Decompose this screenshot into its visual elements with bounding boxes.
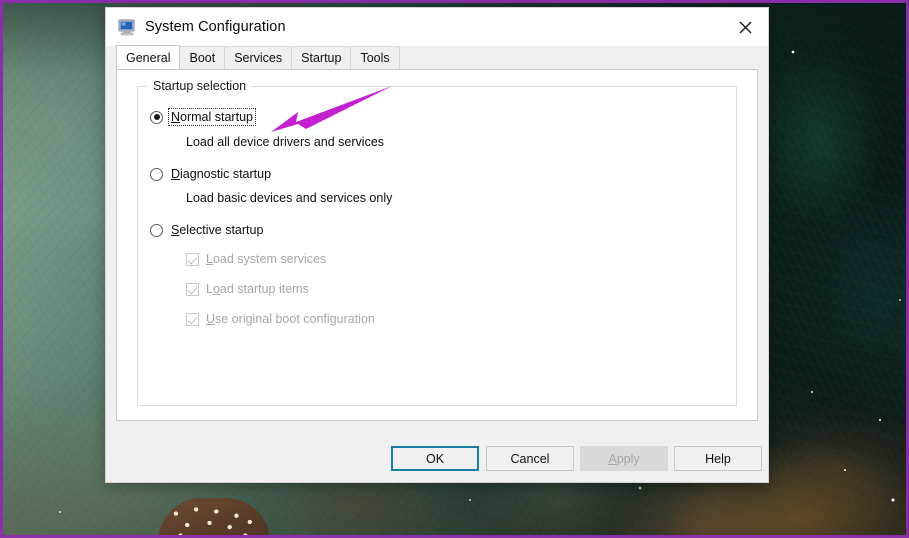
radio-selective-startup-label: Selective startup <box>171 223 264 237</box>
radio-normal-startup-label: Normal startup <box>168 108 256 126</box>
startup-selection-group: Startup selection Normal startup Load al… <box>137 79 737 406</box>
checkbox-use-original-boot-configuration[interactable]: Use original boot configuration <box>186 312 375 326</box>
radio-normal-startup[interactable]: Normal startup <box>150 108 256 126</box>
cancel-button[interactable]: Cancel <box>486 446 574 471</box>
wallpaper-deer <box>158 498 270 538</box>
tab-startup[interactable]: Startup <box>291 46 352 69</box>
desktop-background: System Configuration General Boot Servic… <box>0 0 909 538</box>
tab-tools-label: Tools <box>360 51 390 65</box>
radio-normal-startup-description: Load all device drivers and services <box>186 135 385 149</box>
tab-boot-label: Boot <box>189 51 216 65</box>
tab-panel-general: Startup selection Normal startup Load al… <box>116 69 758 421</box>
dialog-footer: OK Cancel Apply Help <box>106 432 768 482</box>
tab-tools[interactable]: Tools <box>350 46 400 69</box>
radio-diagnostic-startup-description: Load basic devices and services only <box>186 191 393 205</box>
tab-services[interactable]: Services <box>224 46 293 69</box>
close-icon[interactable] <box>722 8 768 46</box>
help-button[interactable]: Help <box>674 446 762 471</box>
checkbox-use-original-boot-configuration-label: Use original boot configuration <box>206 312 375 326</box>
tab-boot[interactable]: Boot <box>179 46 226 69</box>
ok-button[interactable]: OK <box>391 446 479 471</box>
tab-strip: General Boot Services Startup Tools <box>106 45 768 69</box>
checkbox-load-system-services-label: Load system services <box>206 252 327 266</box>
tab-general[interactable]: General <box>116 45 181 69</box>
radio-diagnostic-startup[interactable]: Diagnostic startup <box>150 166 273 182</box>
radio-diagnostic-startup-label: Diagnostic startup <box>171 167 272 181</box>
radio-selective-startup[interactable]: Selective startup <box>150 222 265 238</box>
checkbox-load-system-services-mark <box>186 252 199 266</box>
checkbox-load-startup-items-label: Load startup items <box>206 282 309 296</box>
radio-diagnostic-startup-mark <box>150 167 163 181</box>
window-title: System Configuration <box>145 19 286 35</box>
radio-normal-startup-mark <box>150 110 163 124</box>
apply-button-label: Apply <box>608 451 640 466</box>
tab-startup-label: Startup <box>301 51 342 65</box>
radio-selective-startup-mark <box>150 223 163 237</box>
close-x-glyph <box>739 21 751 33</box>
system-configuration-dialog: System Configuration General Boot Servic… <box>106 8 768 482</box>
checkbox-load-system-services[interactable]: Load system services <box>186 252 326 266</box>
checkbox-load-startup-items-mark <box>186 282 199 296</box>
tab-general-label: General <box>126 50 171 65</box>
startup-selection-label: Startup selection <box>148 79 252 93</box>
title-bar: System Configuration <box>106 8 768 46</box>
checkbox-use-original-boot-configuration-mark <box>186 312 199 326</box>
tab-services-label: Services <box>234 51 283 65</box>
computer-icon <box>118 19 135 35</box>
apply-button[interactable]: Apply <box>580 446 668 471</box>
checkbox-load-startup-items[interactable]: Load startup items <box>186 282 309 296</box>
